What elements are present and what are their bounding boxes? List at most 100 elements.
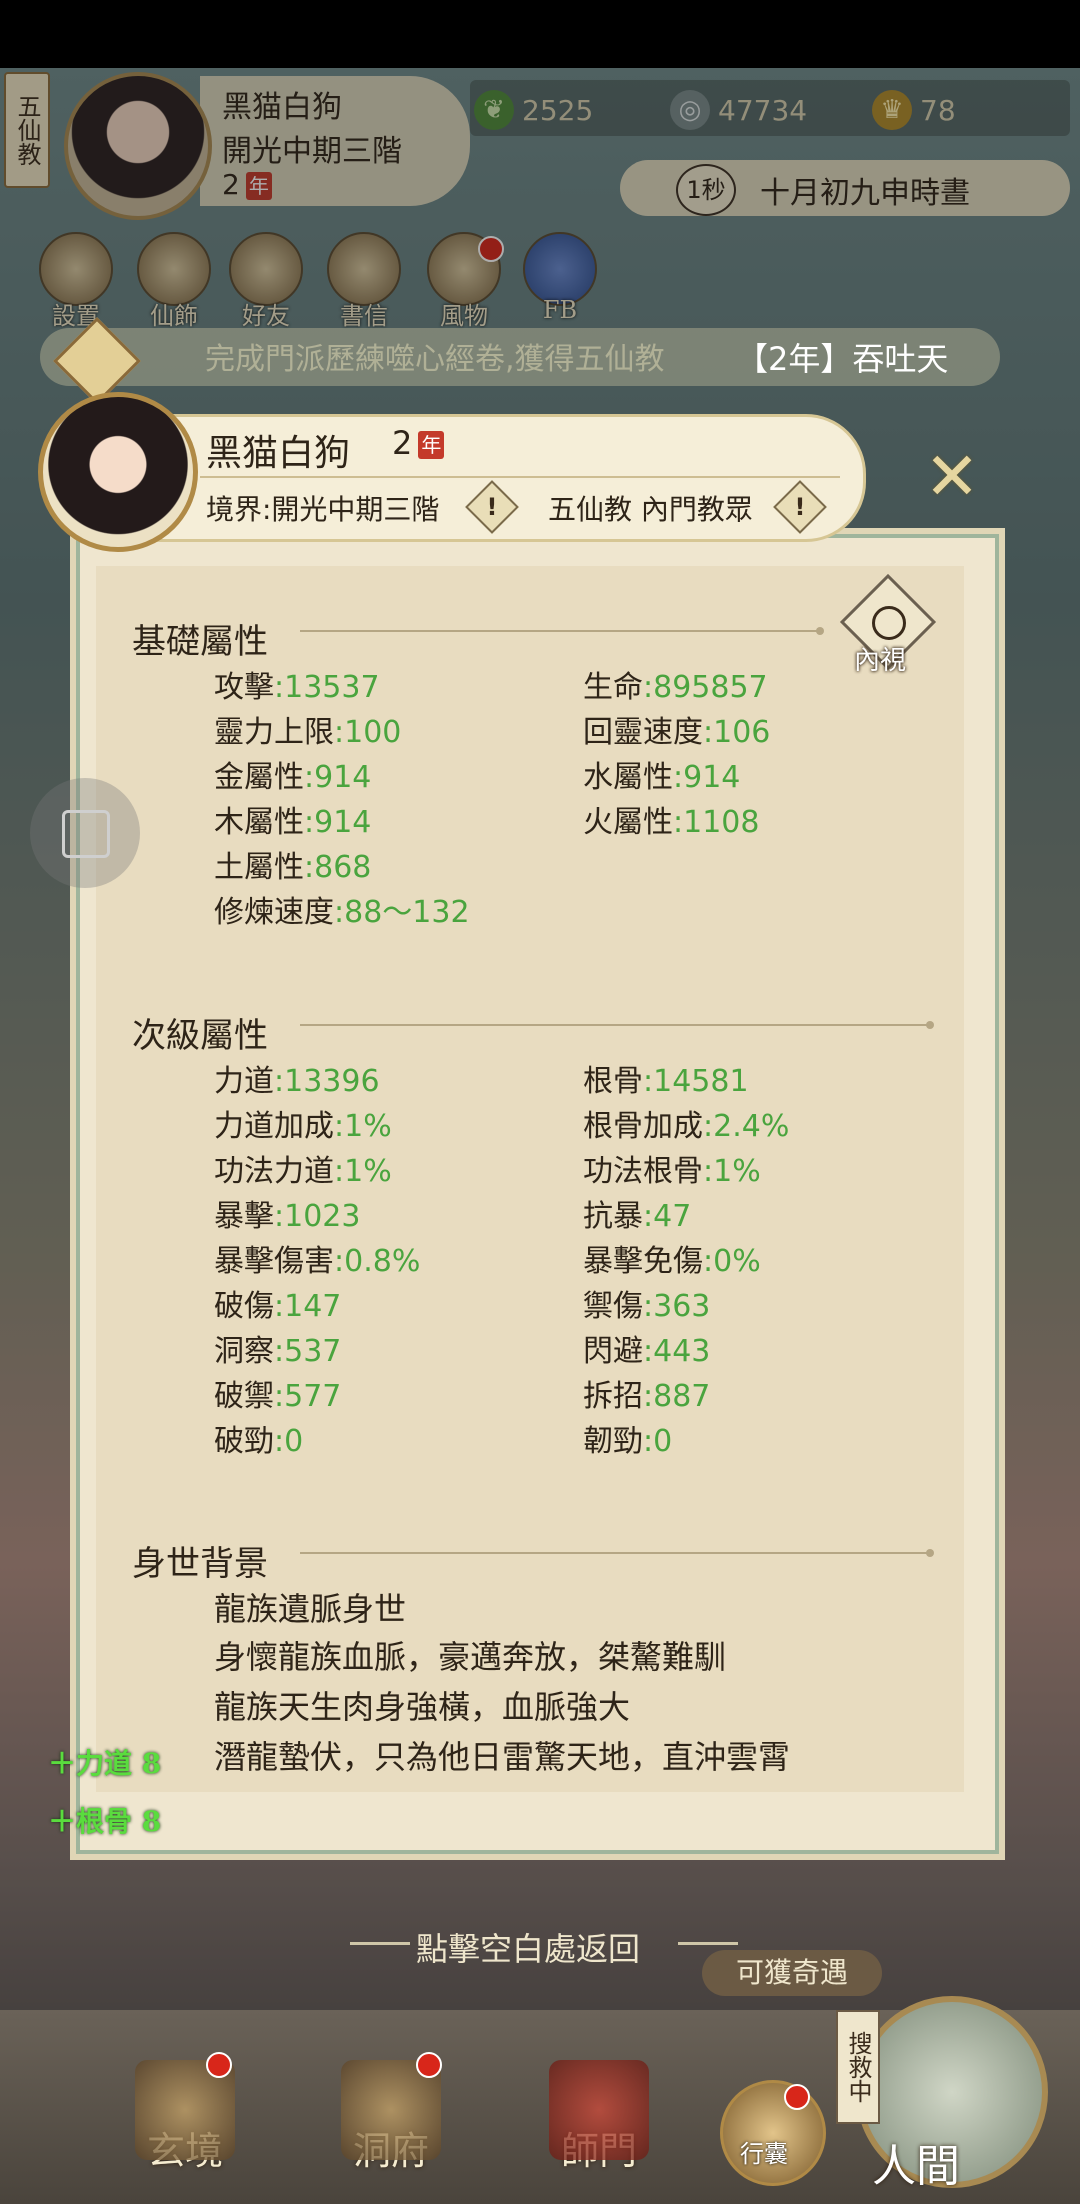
cave-notification-dot [416,2052,442,2078]
secondary-attributes-title: 次級屬性 [132,1016,268,1056]
search-rescue-tag: 搜救中 [836,2010,880,2124]
attr-dodge: 閃避:443 [583,1326,710,1370]
attr-parry: 拆招:887 [583,1371,710,1415]
attr-label: 力道加成 [214,1109,334,1144]
return-hint-deco-left [350,1942,410,1945]
attr-label: 回靈速度 [583,715,703,750]
attr-value: :1% [334,1109,392,1144]
attr-value: :914 [673,760,741,795]
strength-gain-popup: ＋力道 8 [48,1747,162,1780]
attr-toughness: 韌勁:0 [583,1416,672,1460]
sect-icon [549,2060,649,2160]
attr-water: 水屬性:914 [583,752,740,796]
basic-attributes-title: 基礎屬性 [132,622,268,662]
attr-crit-resist: 抗暴:47 [583,1191,691,1235]
attr-constitution: 根骨:14581 [583,1056,749,1100]
attr-label: 洞察 [214,1334,274,1369]
attr-value: :2.4% [703,1109,790,1144]
section-divider [300,627,824,635]
attr-insight: 洞察:537 [214,1326,341,1370]
square-icon [62,810,110,858]
bag-icon[interactable] [720,2080,826,2186]
character-realm: 境界:開光中期三階 [206,493,440,526]
attr-value: :47 [643,1199,692,1234]
floating-side-button[interactable] [30,778,140,888]
nav-bag-label[interactable]: 行囊 [740,2134,788,2169]
attr-label: 修煉速度 [214,895,334,930]
attr-value: :1023 [274,1199,361,1234]
character-name: 黑猫白狗 [206,433,351,474]
nav-cave[interactable]: 洞府 [316,2060,466,2200]
background-line: 潛龍蟄伏，只為他日雷驚天地，直沖雲霄 [214,1738,791,1776]
attr-label: 破禦 [214,1379,274,1414]
attr-cultivation-speed: 修煉速度:88～132 [214,887,470,931]
attr-value: :0 [643,1424,673,1459]
attr-skill-constitution: 功法根骨:1% [583,1146,761,1190]
attr-value: :0.8% [334,1244,421,1279]
background-line: 龍族遺脈身世 [214,1590,407,1628]
attr-value: :443 [643,1334,711,1369]
realm-notification-dot [206,2052,232,2078]
attr-value: :1108 [673,805,760,840]
attr-attack: 攻擊:13537 [214,662,380,706]
attr-value: :13537 [274,670,380,705]
attr-label: 根骨加成 [583,1109,703,1144]
attr-label: 閃避 [583,1334,643,1369]
attr-label: 功法力道 [214,1154,334,1189]
character-level-value: 2 [392,424,413,462]
attr-label: 生命 [583,670,643,705]
notice-text: 完成門派歷練噬心經卷,獲得五仙教 [205,342,665,377]
attr-life: 生命:895857 [583,662,768,706]
constitution-gain-popup: ＋根骨 8 [48,1805,162,1838]
attr-value: :0 [274,1424,304,1459]
attr-constitution-bonus: 根骨加成:2.4% [583,1101,789,1145]
attr-strength: 力道:13396 [214,1056,380,1100]
attr-pierce: 破傷:147 [214,1281,341,1325]
eye-pupil [872,606,906,640]
notice-right-text: 【2年】吞吐天 [736,340,949,378]
bag-notification-dot [784,2084,810,2110]
attr-value: :1% [703,1154,761,1189]
section-divider [300,1549,934,1557]
attr-value: :147 [274,1289,342,1324]
attr-label: 破傷 [214,1289,274,1324]
info-icon: ! [794,493,806,521]
status-bar [0,0,1080,68]
attr-value: :537 [274,1334,342,1369]
attr-value: :363 [643,1289,711,1324]
attr-break-defense: 破禦:577 [214,1371,341,1415]
attr-value: :14581 [643,1064,749,1099]
attr-value: :895857 [643,670,768,705]
attr-label: 金屬性 [214,760,304,795]
attr-skill-strength: 功法力道:1% [214,1146,392,1190]
attr-label: 破勁 [214,1424,274,1459]
attr-value: :914 [304,760,372,795]
attr-value: :88～132 [334,895,470,930]
attr-label: 拆招 [583,1379,643,1414]
attr-fire: 火屬性:1108 [583,797,759,841]
attr-value: :1% [334,1154,392,1189]
nav-sect[interactable]: 師門 [524,2060,674,2200]
chance-encounter-label[interactable]: 可獲奇遇 [702,1950,882,1996]
attr-value: :577 [274,1379,342,1414]
character-avatar [38,392,198,552]
attr-value: :0% [703,1244,761,1279]
return-hint[interactable]: 點擊空白處返回 [416,1924,640,1970]
close-button[interactable]: ✕ [910,444,994,514]
inner-view-label: 內視 [854,646,907,676]
attr-label: 水屬性 [583,760,673,795]
character-level: 2年 [392,424,445,462]
nav-realm[interactable]: 玄境 [110,2060,260,2200]
character-sect: 五仙教 內門教眾 [548,493,753,526]
attr-spirit-cap: 靈力上限:100 [214,707,401,751]
attr-label: 抗暴 [583,1199,643,1234]
attr-crit-damage-reduction: 暴擊免傷:0% [583,1236,761,1280]
attr-break-toughness: 破勁:0 [214,1416,303,1460]
attr-label: 木屬性 [214,805,304,840]
character-year-badge: 年 [418,431,445,459]
nav-world-label[interactable]: 人間 [872,2130,960,2194]
attr-value: :100 [334,715,402,750]
header-divider [200,476,840,478]
inner-view-button[interactable]: 內視 [839,573,937,680]
attr-wood: 木屬性:914 [214,797,371,841]
